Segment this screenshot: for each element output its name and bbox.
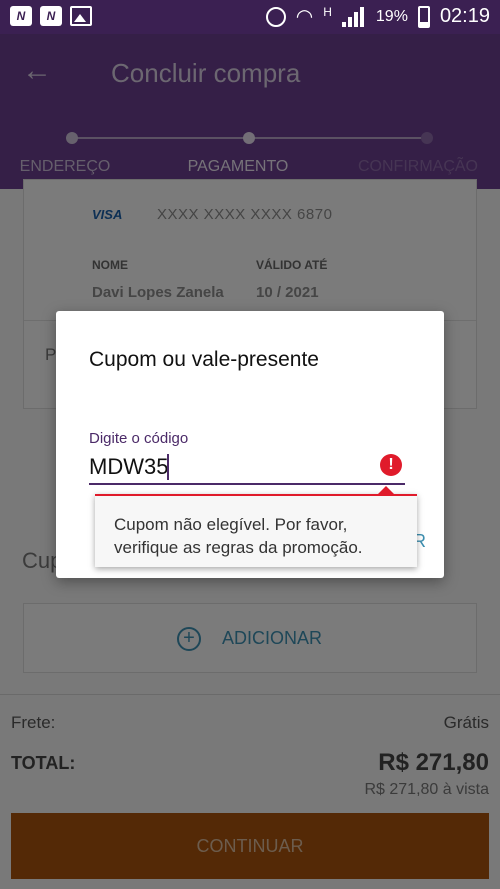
- clock: 02:19: [439, 5, 490, 27]
- image-notification-icon: [70, 6, 92, 26]
- battery-icon: [417, 5, 430, 28]
- alarm-icon: [265, 6, 286, 27]
- text-caret: [167, 454, 169, 480]
- coupon-input-label: Digite o código: [89, 430, 189, 447]
- error-icon: !: [380, 454, 402, 476]
- error-tooltip: Cupom não elegível. Por favor, verifique…: [95, 486, 417, 567]
- dialog-title: Cupom ou vale-presente: [89, 348, 319, 371]
- coupon-code-input[interactable]: [89, 451, 405, 485]
- signal-icon: [341, 6, 366, 27]
- coupon-dialog: Cupom ou vale-presente Digite o código !…: [56, 311, 444, 578]
- network-type-label: H: [323, 5, 332, 19]
- error-message: Cupom não elegível. Por favor, verifique…: [114, 515, 363, 557]
- wifi-icon: ◠: [295, 5, 314, 28]
- app-notification-icon: N: [40, 6, 62, 26]
- app-notification-icon: N: [10, 6, 32, 26]
- status-bar: N N ◠ H 19% 02:19: [0, 0, 500, 34]
- battery-percent: 19%: [375, 7, 408, 25]
